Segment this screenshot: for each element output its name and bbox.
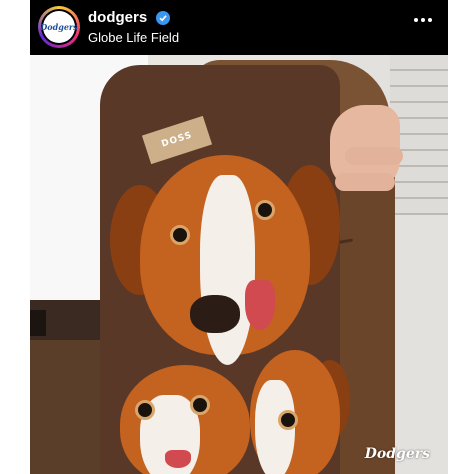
location-link[interactable]: Globe Life Field bbox=[88, 30, 179, 45]
avatar-logo-text: Dodgers bbox=[40, 22, 78, 32]
lining-tag-text: DOSS bbox=[160, 130, 194, 150]
username[interactable]: dodgers bbox=[88, 9, 147, 26]
dodgers-watermark-logo: Dodgers bbox=[364, 446, 430, 462]
more-options-icon[interactable] bbox=[414, 18, 432, 24]
verified-badge-icon bbox=[156, 11, 170, 25]
avatar-inner: Dodgers bbox=[40, 9, 78, 45]
post-header: Dodgers dodgers Globe Life Field bbox=[30, 0, 448, 55]
profile-avatar[interactable]: Dodgers bbox=[38, 6, 80, 48]
jacket-lining bbox=[100, 65, 350, 474]
dog-print-bottom-right bbox=[250, 350, 350, 474]
finger bbox=[345, 147, 403, 165]
belt-buckle bbox=[30, 310, 46, 336]
post-photo[interactable]: DOSS Dodgers bbox=[30, 55, 448, 474]
dog-print-large bbox=[110, 145, 340, 375]
dodgers-logo-icon: Dodgers bbox=[40, 11, 78, 43]
instagram-post: Dodgers dodgers Globe Life Field DOSS Do… bbox=[30, 0, 448, 474]
finger bbox=[335, 173, 395, 191]
dog-print-bottom-left bbox=[120, 365, 250, 474]
